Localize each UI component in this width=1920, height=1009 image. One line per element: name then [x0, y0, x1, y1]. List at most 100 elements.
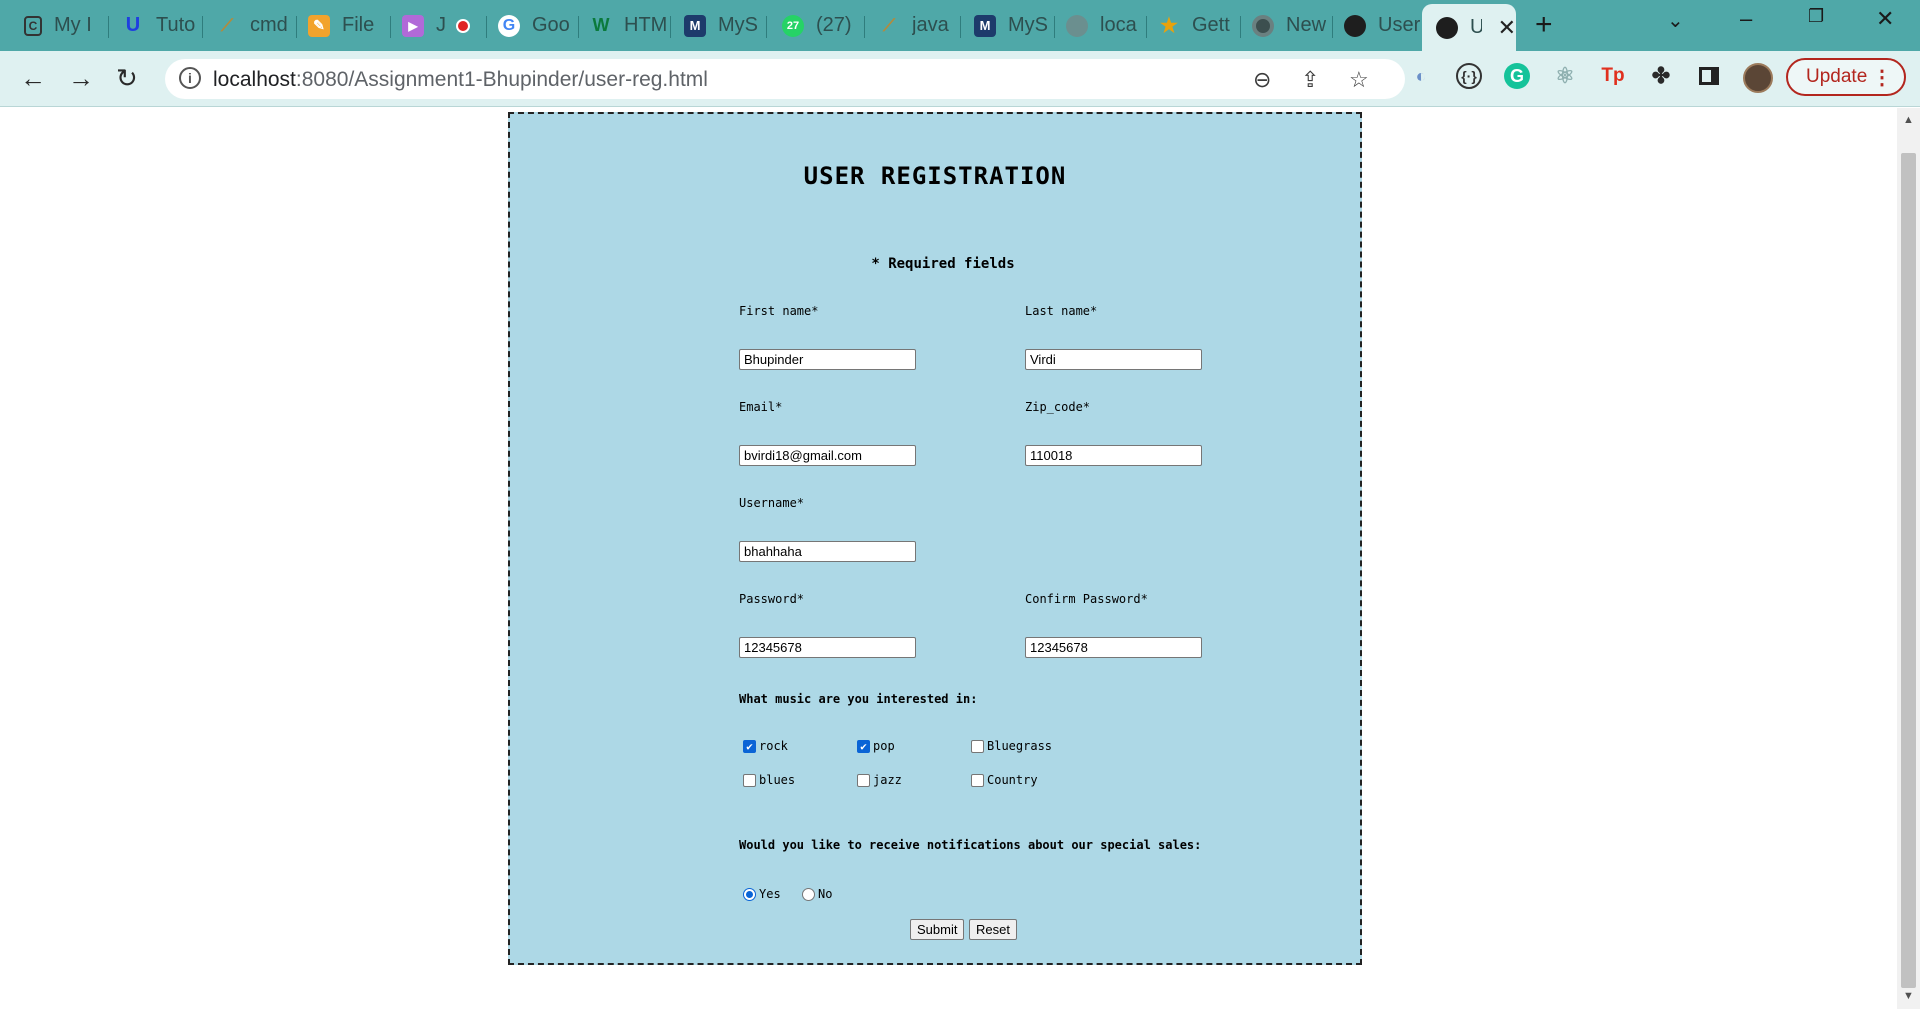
username-input[interactable] — [739, 541, 916, 562]
site-info-icon[interactable]: i — [179, 67, 201, 89]
chrome-icon — [1252, 14, 1274, 37]
forward-icon[interactable]: → — [68, 63, 94, 94]
music-question: What music are you interested in: — [739, 692, 978, 706]
extensions-puzzle-icon[interactable]: ✤ — [1648, 63, 1674, 89]
email-input[interactable] — [739, 445, 916, 466]
zoom-out-icon[interactable]: ⊖ — [1253, 67, 1271, 93]
grammarly-icon[interactable]: G — [1504, 63, 1530, 89]
password-input[interactable] — [739, 637, 916, 658]
star-icon: ★ — [1160, 15, 1178, 37]
checkbox[interactable] — [971, 773, 984, 787]
last-name-input[interactable] — [1025, 349, 1202, 370]
scroll-up-icon[interactable]: ▲ — [1903, 114, 1914, 126]
reload-icon[interactable]: ↻ — [116, 63, 138, 94]
checkbox[interactable] — [857, 773, 870, 787]
browser-toolbar: ← → ↻ i localhost:8080/Assignment1-Bhupi… — [0, 51, 1920, 107]
extension-icon[interactable]: ◐ — [1408, 63, 1434, 89]
browser-tab[interactable]: ✎ File — [294, 8, 388, 43]
more-menu-icon[interactable]: ⋮ — [1872, 65, 1892, 90]
notify-question: Would you like to receive notifications … — [739, 838, 1202, 852]
confirm-password-label: Confirm Password* — [1025, 592, 1148, 606]
checkbox[interactable]: ✔ — [857, 739, 870, 753]
registration-form: USER REGISTRATION * Required fields Firs… — [508, 112, 1362, 965]
profile-avatar[interactable] — [1743, 63, 1773, 93]
browser-tab[interactable]: W HTM — [576, 8, 668, 43]
document-icon: C — [24, 15, 42, 36]
scroll-down-icon[interactable]: ▼ — [1903, 990, 1914, 1002]
required-note: * Required fields — [871, 256, 1015, 272]
notify-radio-yes[interactable]: Yes — [743, 887, 781, 901]
minimize-icon[interactable]: – — [1740, 6, 1752, 32]
bookmark-star-icon[interactable]: ☆ — [1349, 67, 1369, 93]
close-tab-icon[interactable]: ✕ — [1498, 15, 1516, 41]
pencil-icon: ✎ — [308, 14, 330, 37]
browser-tab[interactable]: U Tuto — [108, 8, 198, 43]
browser-tab[interactable]: loca — [1052, 8, 1146, 43]
scrollbar-thumb[interactable] — [1901, 153, 1916, 988]
browser-tab[interactable]: G Goo — [484, 8, 576, 43]
feather-icon: ⟋ — [883, 15, 895, 35]
tab-strip: C My I U Tuto ⟋ cmd ✎ File ▶ J G Goo W H… — [0, 0, 1920, 51]
play-icon: ▶ — [402, 14, 424, 37]
radio-button[interactable] — [743, 887, 756, 901]
update-button[interactable]: Update ⋮ — [1786, 58, 1906, 96]
checkbox[interactable]: ✔ — [743, 739, 756, 753]
url-text[interactable]: localhost:8080/Assignment1-Bhupinder/use… — [213, 68, 708, 92]
checkbox[interactable] — [971, 739, 984, 753]
zip-input[interactable] — [1025, 445, 1202, 466]
music-checkbox-jazz[interactable]: jazz — [857, 773, 902, 787]
tp-extension-icon[interactable]: Tp — [1600, 63, 1626, 89]
extension-icon[interactable]: {·} — [1456, 63, 1482, 89]
new-tab-icon[interactable]: + — [1535, 8, 1553, 42]
browser-tab[interactable]: User — [1330, 8, 1422, 43]
globe-icon — [1066, 14, 1088, 37]
browser-tab[interactable]: ⟋ java — [864, 8, 960, 43]
checkbox[interactable] — [743, 773, 756, 787]
restore-icon[interactable]: ❐ — [1808, 6, 1824, 27]
first-name-input[interactable] — [739, 349, 916, 370]
side-panel-icon[interactable] — [1696, 63, 1722, 89]
page-title: USER REGISTRATION — [803, 162, 1067, 190]
submit-button[interactable]: Submit — [910, 919, 965, 940]
google-icon: G — [498, 14, 520, 37]
feather-icon: ⟋ — [221, 15, 233, 35]
username-label: Username* — [739, 496, 805, 510]
tab-search-icon[interactable]: ⌄ — [1667, 8, 1684, 33]
first-name-label: First name* — [739, 304, 819, 318]
reset-button[interactable]: Reset — [969, 919, 1017, 940]
w3schools-icon: W — [592, 15, 610, 35]
browser-tab[interactable]: 27 (27) — [768, 8, 864, 43]
browser-tab[interactable]: ★ Gett — [1144, 8, 1240, 43]
notify-radio-no[interactable]: No — [802, 887, 832, 901]
back-icon[interactable]: ← — [20, 63, 46, 94]
recording-icon — [456, 18, 470, 33]
music-checkbox-rock[interactable]: ✔ rock — [743, 739, 788, 753]
whatsapp-icon: 27 — [782, 14, 804, 37]
browser-tab[interactable]: New — [1238, 8, 1332, 43]
mysql-icon: M — [684, 14, 706, 37]
address-bar[interactable]: i localhost:8080/Assignment1-Bhupinder/u… — [165, 59, 1405, 99]
mysql-icon: M — [974, 14, 996, 37]
password-label: Password* — [739, 592, 805, 606]
music-checkbox-bluegrass[interactable]: Bluegrass — [971, 739, 1052, 753]
share-icon[interactable]: ⇪ — [1301, 67, 1319, 93]
last-name-label: Last name* — [1025, 304, 1098, 318]
globe-icon — [1436, 16, 1458, 39]
u-logo-icon: U — [125, 14, 141, 36]
music-checkbox-country[interactable]: Country — [971, 773, 1038, 787]
music-checkbox-pop[interactable]: ✔ pop — [857, 739, 895, 753]
browser-tab[interactable]: M MyS — [670, 8, 766, 43]
browser-tab-active[interactable]: U ✕ — [1422, 4, 1516, 51]
browser-tab[interactable]: ⟋ cmd — [202, 8, 294, 43]
music-checkbox-blues[interactable]: blues — [743, 773, 795, 787]
browser-tab[interactable]: ▶ J — [388, 8, 484, 43]
browser-tab[interactable]: M MyS — [960, 8, 1054, 43]
confirm-password-input[interactable] — [1025, 637, 1202, 658]
vertical-scrollbar[interactable]: ▲ ▼ — [1897, 108, 1920, 1009]
window-close-icon[interactable]: ✕ — [1876, 6, 1894, 32]
react-devtools-icon[interactable]: ⚛ — [1552, 63, 1578, 89]
email-label: Email* — [739, 400, 783, 414]
radio-button[interactable] — [802, 887, 815, 901]
zip-label: Zip_code* — [1025, 400, 1091, 414]
browser-tab[interactable]: C My I — [10, 8, 102, 43]
